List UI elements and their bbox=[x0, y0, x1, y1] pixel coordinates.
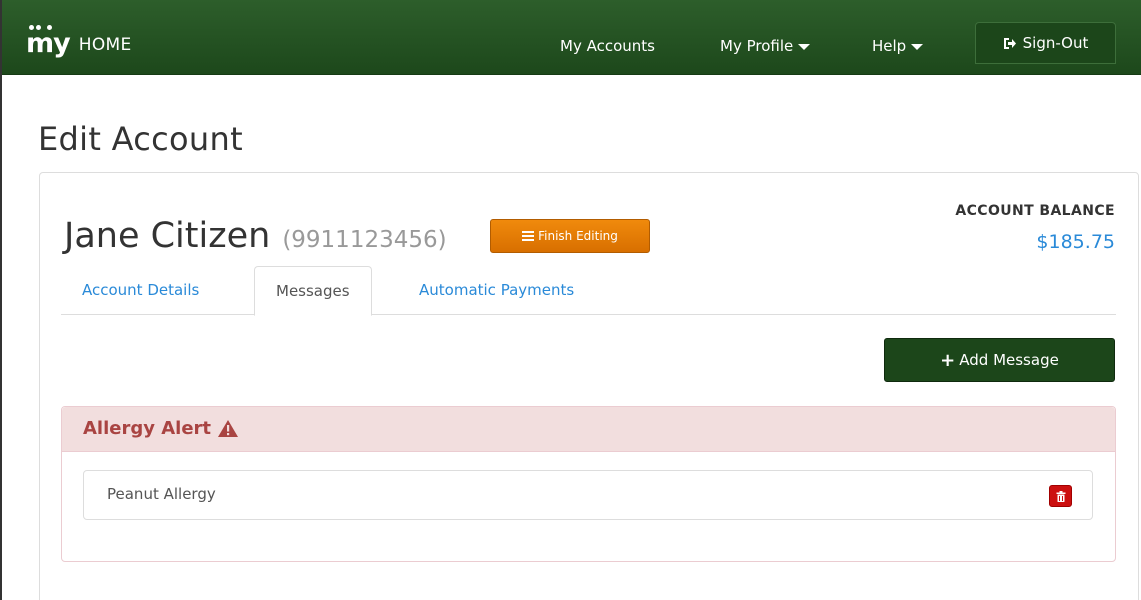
page-title: Edit Account bbox=[38, 120, 243, 158]
message-item: Peanut Allergy bbox=[83, 470, 1093, 520]
account-tabs: Account Details Messages Automatic Payme… bbox=[61, 266, 1116, 316]
nav-help-dropdown[interactable]: Help bbox=[872, 36, 924, 56]
allergy-alert-panel: Allergy Alert Peanut Allergy bbox=[61, 406, 1116, 562]
nav-my-profile-dropdown[interactable]: My Profile bbox=[720, 36, 811, 56]
brand-logo-text: my bbox=[26, 28, 71, 59]
delete-message-button[interactable] bbox=[1049, 485, 1072, 507]
alert-title: Allergy Alert bbox=[83, 418, 239, 439]
sign-out-label: Sign-Out bbox=[1022, 34, 1089, 52]
nav-my-accounts[interactable]: My Accounts bbox=[560, 36, 655, 56]
nav-help-label: Help bbox=[872, 37, 907, 55]
caret-down-icon bbox=[798, 43, 811, 50]
brand-logo-dots bbox=[28, 25, 58, 31]
tab-automatic-payments-label: Automatic Payments bbox=[419, 281, 575, 299]
nav-my-profile-label: My Profile bbox=[720, 37, 794, 55]
nav-my-accounts-label: My Accounts bbox=[560, 37, 655, 55]
page: my HOME My Accounts My Profile Help Sign… bbox=[0, 0, 1141, 600]
trash-icon bbox=[1056, 490, 1065, 502]
warning-icon bbox=[218, 420, 239, 437]
plus-icon: + bbox=[940, 349, 956, 371]
add-message-button[interactable]: + Add Message bbox=[884, 338, 1115, 382]
alert-title-text: Allergy Alert bbox=[83, 418, 212, 439]
finish-editing-button[interactable]: Finish Editing bbox=[490, 219, 650, 253]
account-balance-value: $185.75 bbox=[1036, 231, 1115, 253]
caret-down-icon bbox=[911, 43, 924, 50]
top-navbar: my HOME My Accounts My Profile Help Sign… bbox=[2, 0, 1141, 75]
account-header: Jane Citizen (9911123456) bbox=[64, 216, 447, 256]
customer-name: Jane Citizen bbox=[64, 216, 271, 256]
account-balance-label: ACCOUNT BALANCE bbox=[955, 203, 1115, 219]
message-text: Peanut Allergy bbox=[107, 485, 216, 503]
customer-account-number: (9911123456) bbox=[282, 227, 447, 253]
brand-logo: my bbox=[26, 25, 71, 57]
add-message-label: Add Message bbox=[959, 351, 1059, 369]
tab-messages[interactable]: Messages bbox=[254, 266, 372, 316]
list-icon bbox=[522, 231, 535, 241]
tab-account-details[interactable]: Account Details bbox=[61, 266, 220, 315]
tab-messages-label: Messages bbox=[276, 282, 350, 300]
tab-automatic-payments[interactable]: Automatic Payments bbox=[398, 266, 595, 315]
alert-heading: Allergy Alert bbox=[62, 407, 1115, 452]
brand-text: HOME bbox=[78, 35, 132, 55]
tab-account-details-label: Account Details bbox=[82, 281, 200, 299]
brand-home-link[interactable]: my HOME bbox=[26, 25, 132, 57]
finish-editing-label: Finish Editing bbox=[538, 229, 618, 243]
sign-out-icon bbox=[1003, 37, 1016, 49]
sign-out-button[interactable]: Sign-Out bbox=[975, 22, 1116, 64]
